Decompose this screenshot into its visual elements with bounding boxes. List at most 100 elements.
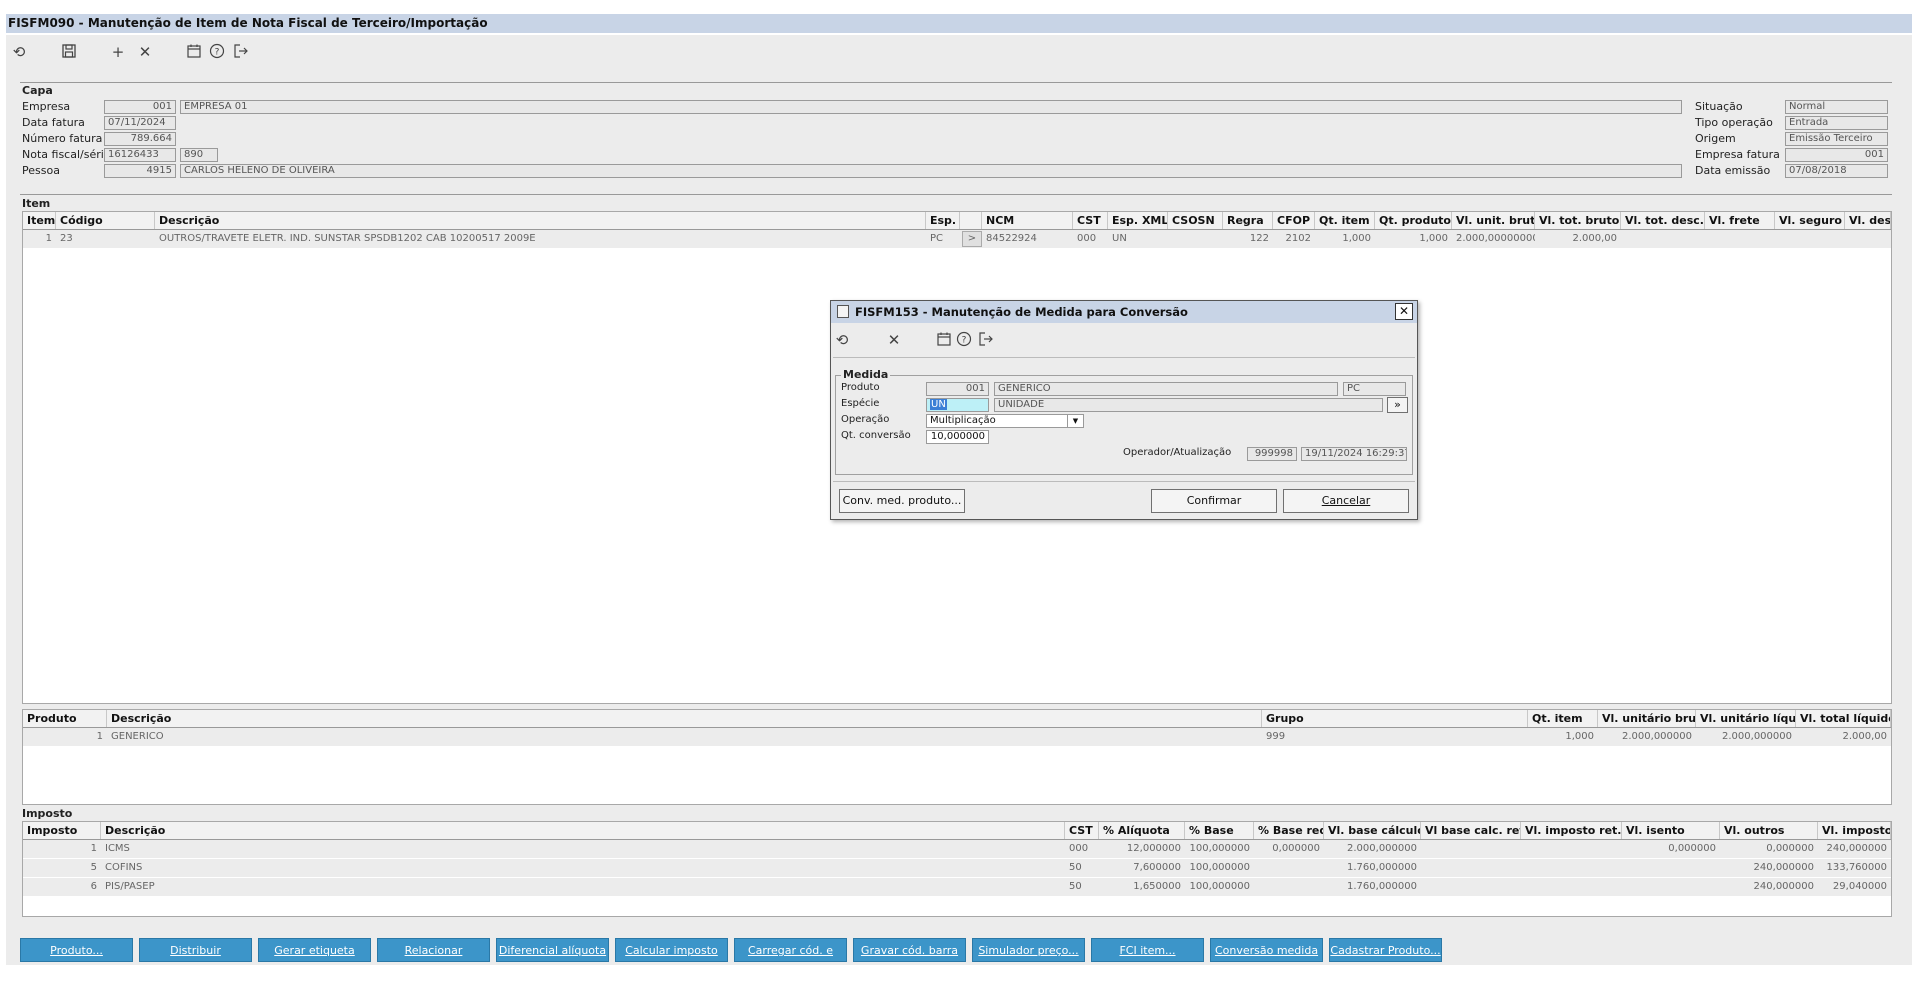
col-imposto[interactable]: Imposto bbox=[23, 822, 101, 839]
diferencial-aliquota-button[interactable]: Diferencial alíquota bbox=[496, 938, 609, 962]
col-produto-qt-item[interactable]: Qt. item bbox=[1528, 710, 1598, 727]
col-vl-frete[interactable]: Vl. frete bbox=[1705, 212, 1775, 229]
confirm-button[interactable]: Confirmar bbox=[1151, 489, 1277, 513]
relacionar-button[interactable]: Relacionar bbox=[377, 938, 490, 962]
produto-code-field[interactable]: 001 bbox=[926, 382, 989, 396]
situacao-label: Situação bbox=[1695, 100, 1743, 113]
carregar-cod-desc-button[interactable]: Carregar cód. e desc. bbox=[734, 938, 847, 981]
table-row[interactable]: 5 COFINS 50 7,600000 100,000000 1.760,00… bbox=[23, 859, 1891, 877]
cell-base-red bbox=[1254, 859, 1324, 877]
simulador-preco-button[interactable]: Simulador preço... bbox=[972, 938, 1085, 962]
conv-med-produto-button[interactable]: Conv. med. produto... bbox=[839, 489, 965, 513]
item-section-label: Item bbox=[22, 197, 51, 210]
qt-conversao-field[interactable]: 10,000000 bbox=[926, 430, 989, 444]
help-icon[interactable]: ? bbox=[955, 331, 973, 349]
col-vl-base-calculo[interactable]: Vl. base cálculo bbox=[1324, 822, 1421, 839]
calcular-imposto-button[interactable]: Calcular imposto bbox=[615, 938, 728, 962]
calendar-icon[interactable] bbox=[185, 43, 203, 61]
table-row[interactable]: 1 GENERICO 999 1,000 2.000,000000 2.000,… bbox=[23, 728, 1891, 746]
col-vl-desp-ac[interactable]: Vl. desp. ac. bbox=[1845, 212, 1891, 229]
distribuir-button[interactable]: Distribuir bbox=[139, 938, 252, 962]
col-cfop[interactable]: CFOP bbox=[1273, 212, 1315, 229]
table-row[interactable]: 1 23 OUTROS/TRAVETE ELETR. IND. SUNSTAR … bbox=[23, 230, 1891, 248]
col-vl-unitario-bruto[interactable]: Vl. unitário bruto bbox=[1598, 710, 1696, 727]
col-vl-outros[interactable]: Vl. outros bbox=[1720, 822, 1818, 839]
imposto-section-label: Imposto bbox=[22, 807, 73, 820]
col-imposto-descricao[interactable]: Descrição bbox=[101, 822, 1065, 839]
cell-vl-base-calc-ret bbox=[1421, 859, 1521, 877]
col-vl-unitario-liquido[interactable]: Vl. unitário líquido bbox=[1696, 710, 1796, 727]
col-vl-imposto-ret[interactable]: Vl. imposto ret. bbox=[1521, 822, 1622, 839]
gerar-etiqueta-button[interactable]: Gerar etiqueta bbox=[258, 938, 371, 962]
col-aliquota[interactable]: % Alíquota bbox=[1099, 822, 1185, 839]
svg-text:?: ? bbox=[215, 48, 220, 58]
nota-fiscal-field[interactable]: 16126433 bbox=[104, 148, 176, 162]
add-icon[interactable]: + bbox=[109, 43, 127, 61]
especie-code-field[interactable]: UN bbox=[926, 398, 989, 412]
col-vl-tot-bruto[interactable]: Vl. tot. bruto bbox=[1535, 212, 1621, 229]
refresh-icon[interactable]: ⟲ bbox=[10, 43, 28, 61]
medida-group-label: Medida bbox=[841, 368, 891, 381]
col-imposto-cst[interactable]: CST bbox=[1065, 822, 1099, 839]
refresh-icon[interactable]: ⟲ bbox=[833, 331, 851, 349]
dialog-close-icon[interactable]: ✕ bbox=[1395, 303, 1413, 320]
fci-item-button[interactable]: FCI item... bbox=[1091, 938, 1204, 962]
col-vl-total-liquido[interactable]: Vl. total líquido bbox=[1796, 710, 1891, 727]
empresa-code-field[interactable]: 001 bbox=[104, 100, 176, 114]
calendar-icon[interactable] bbox=[935, 331, 953, 349]
col-qt-produto[interactable]: Qt. produto bbox=[1375, 212, 1452, 229]
col-codigo[interactable]: Código bbox=[56, 212, 155, 229]
col-regra[interactable]: Regra bbox=[1223, 212, 1273, 229]
save-icon[interactable] bbox=[60, 43, 78, 61]
numero-fatura-field[interactable]: 789.664 bbox=[104, 132, 176, 146]
gravar-cod-barra-button[interactable]: Gravar cód. barra bbox=[853, 938, 966, 962]
cancel-icon[interactable]: ✕ bbox=[885, 331, 903, 349]
cadastrar-produto-button[interactable]: Cadastrar Produto... bbox=[1329, 938, 1442, 962]
col-qt-item[interactable]: Qt. item bbox=[1315, 212, 1375, 229]
cell-imposto-descricao: ICMS bbox=[105, 843, 130, 854]
col-grupo[interactable]: Grupo bbox=[1262, 710, 1528, 727]
data-fatura-field[interactable]: 07/11/2024 bbox=[104, 116, 176, 130]
cell-cfop: 2102 bbox=[1285, 233, 1311, 244]
col-vl-tot-desc[interactable]: Vl. tot. desc. bbox=[1621, 212, 1705, 229]
dialog-title: FISFM153 - Manutenção de Medida para Con… bbox=[855, 305, 1188, 319]
col-base-red[interactable]: % Base red. bbox=[1254, 822, 1324, 839]
serie-field[interactable]: 890 bbox=[180, 148, 218, 162]
col-vl-unit-bruto[interactable]: Vl. unit. bruto bbox=[1452, 212, 1535, 229]
col-vl-seguro[interactable]: Vl. seguro bbox=[1775, 212, 1845, 229]
col-vl-base-calc-ret[interactable]: Vl base calc. ret. bbox=[1421, 822, 1521, 839]
cancel-button[interactable]: Cancelar bbox=[1283, 489, 1409, 513]
operacao-select[interactable]: Multiplicação ▼ bbox=[926, 414, 1084, 428]
col-action[interactable] bbox=[960, 212, 982, 229]
exit-icon[interactable] bbox=[232, 43, 250, 61]
col-esp-xml[interactable]: Esp. XML bbox=[1108, 212, 1168, 229]
col-csosn[interactable]: CSOSN bbox=[1168, 212, 1223, 229]
col-vl-isento[interactable]: Vl. isento bbox=[1622, 822, 1720, 839]
col-ncm[interactable]: NCM bbox=[982, 212, 1073, 229]
empresa-fatura-label: Empresa fatura bbox=[1695, 148, 1780, 161]
col-produto[interactable]: Produto bbox=[23, 710, 107, 727]
dialog-titlebar: FISFM153 - Manutenção de Medida para Con… bbox=[831, 301, 1417, 323]
col-item[interactable]: Item bbox=[23, 212, 56, 229]
pessoa-code-field[interactable]: 4915 bbox=[104, 164, 176, 178]
col-esp[interactable]: Esp. bbox=[926, 212, 960, 229]
cell-vl-tot-bruto: 2.000,00 bbox=[1572, 233, 1617, 244]
close-icon[interactable]: ✕ bbox=[136, 43, 154, 61]
chevron-down-icon[interactable]: ▼ bbox=[1067, 415, 1083, 427]
col-vl-imposto[interactable]: Vl. imposto bbox=[1818, 822, 1891, 839]
exit-icon[interactable] bbox=[977, 331, 995, 349]
produto-button[interactable]: Produto... bbox=[20, 938, 133, 962]
conversao-medida-button[interactable]: Conversão medida bbox=[1210, 938, 1323, 962]
table-row[interactable]: 6 PIS/PASEP 50 1,650000 100,000000 1.760… bbox=[23, 878, 1891, 896]
table-row[interactable]: 1 ICMS 000 12,000000 100,000000 0,000000… bbox=[23, 840, 1891, 858]
col-descricao[interactable]: Descrição bbox=[155, 212, 926, 229]
col-cst[interactable]: CST bbox=[1073, 212, 1108, 229]
col-base[interactable]: % Base bbox=[1185, 822, 1254, 839]
cell-item: 1 bbox=[45, 233, 52, 244]
col-produto-descricao[interactable]: Descrição bbox=[107, 710, 1262, 727]
especie-lookup-button[interactable]: » bbox=[1387, 397, 1408, 413]
row-detail-button[interactable]: > bbox=[962, 231, 982, 247]
cell-vl-unit-bruto: 2.000,00000000 bbox=[1456, 233, 1535, 244]
dialog-toolbar-separator bbox=[833, 357, 1415, 358]
help-icon[interactable]: ? bbox=[208, 43, 226, 61]
